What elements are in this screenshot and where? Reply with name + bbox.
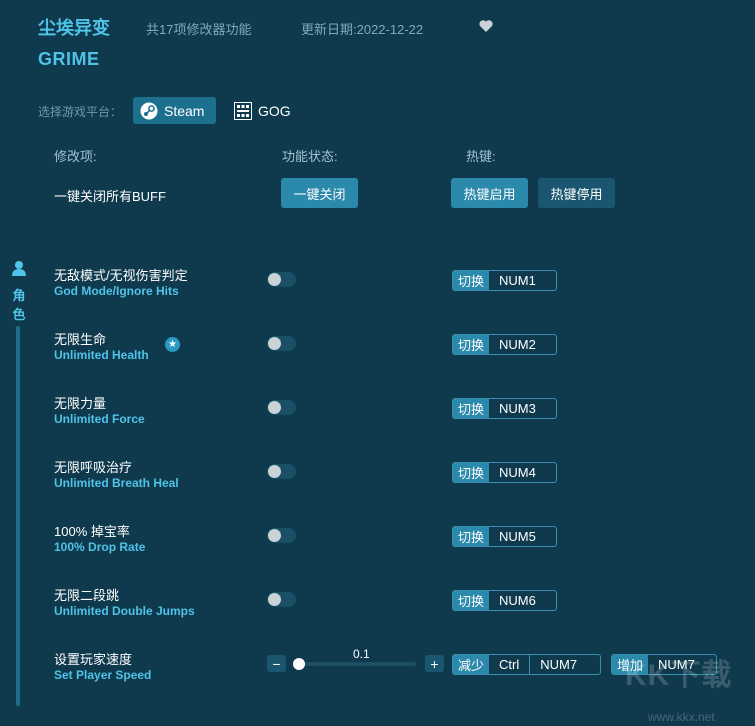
gog-icon bbox=[234, 101, 252, 120]
watermark-url: www.kkx.net bbox=[648, 710, 715, 724]
toggle-knob bbox=[268, 529, 281, 542]
row-label-cn: 无限生命 bbox=[54, 332, 107, 347]
hotkey-key: NUM3 bbox=[499, 401, 536, 416]
hotkey-action-label: 切换 bbox=[453, 335, 490, 354]
hotkey-action-label: 切换 bbox=[453, 463, 490, 482]
row-label-en: Unlimited Force bbox=[54, 412, 145, 426]
row-label-en: Unlimited Breath Heal bbox=[54, 476, 179, 490]
speed-label-cn: 设置玩家速度 bbox=[54, 652, 133, 667]
speed-increase-button[interactable]: + bbox=[425, 655, 444, 672]
hotkey-action-label: 切换 bbox=[453, 271, 490, 290]
hotkey-enable-button[interactable]: 热键启用 bbox=[451, 178, 528, 208]
row-label-cn: 无限呼吸治疗 bbox=[54, 460, 133, 475]
hotkey-chip[interactable]: 切换 NUM3 bbox=[452, 398, 557, 419]
column-header-hotkey: 热键: bbox=[466, 149, 496, 164]
hotkey-key: NUM4 bbox=[499, 465, 536, 480]
platform-gog-label: GOG bbox=[258, 102, 291, 119]
toggle-knob bbox=[268, 401, 281, 414]
speed-decrease-button[interactable]: − bbox=[267, 655, 286, 672]
speed-slider-thumb[interactable] bbox=[293, 658, 305, 670]
hotkey-disable-button[interactable]: 热键停用 bbox=[538, 178, 615, 208]
toggle-switch[interactable] bbox=[267, 272, 296, 287]
platform-steam-label: Steam bbox=[164, 102, 205, 119]
side-scrollbar[interactable] bbox=[16, 326, 20, 706]
hotkey-key: NUM5 bbox=[499, 529, 536, 544]
toggle-knob bbox=[268, 465, 281, 478]
row-label-en: Unlimited Health bbox=[54, 348, 149, 362]
platform-gog-button[interactable]: GOG bbox=[234, 97, 291, 124]
hotkey-key: NUM2 bbox=[499, 337, 536, 352]
hotkey-action-label: 减少 bbox=[453, 655, 490, 674]
hotkey-chip[interactable]: 切换 NUM2 bbox=[452, 334, 557, 355]
app-title: 尘埃异变 bbox=[38, 18, 110, 38]
character-icon bbox=[12, 261, 26, 276]
heart-icon[interactable] bbox=[478, 18, 494, 34]
row-label-cn: 100% 掉宝率 bbox=[54, 524, 130, 539]
steam-icon bbox=[140, 102, 158, 119]
hotkey-key: NUM6 bbox=[499, 593, 536, 608]
speed-label-en: Set Player Speed bbox=[54, 668, 152, 682]
hotkey-action-label: 切换 bbox=[453, 527, 490, 546]
toggle-switch[interactable] bbox=[267, 528, 296, 543]
hotkey-chip-decrease[interactable]: 减少 Ctrl NUM7 bbox=[452, 654, 601, 675]
close-all-button[interactable]: 一键关闭 bbox=[281, 178, 358, 208]
column-header-status: 功能状态: bbox=[282, 149, 338, 164]
speed-slider-track[interactable] bbox=[296, 662, 416, 666]
toggle-knob bbox=[268, 273, 281, 286]
hotkey-action-label: 切换 bbox=[453, 591, 490, 610]
row-label-cn: 无限二段跳 bbox=[54, 588, 120, 603]
side-tab-character[interactable]: 角色 bbox=[12, 286, 26, 324]
column-header-mod: 修改项: bbox=[54, 149, 97, 164]
row-label-en: Unlimited Double Jumps bbox=[54, 604, 195, 618]
toggle-switch[interactable] bbox=[267, 336, 296, 351]
row-label-cn: 无限力量 bbox=[54, 396, 107, 411]
toggle-knob bbox=[268, 593, 281, 606]
feature-count: 共17项修改器功能 bbox=[146, 22, 252, 37]
hotkey-chip[interactable]: 切换 NUM6 bbox=[452, 590, 557, 611]
toggle-knob bbox=[268, 337, 281, 350]
speed-value: 0.1 bbox=[353, 647, 370, 661]
hotkey-chip[interactable]: 切换 NUM1 bbox=[452, 270, 557, 291]
platform-label: 选择游戏平台： bbox=[38, 105, 123, 119]
row-label-en: 100% Drop Rate bbox=[54, 540, 146, 554]
close-all-buff-label: 一键关闭所有BUFF bbox=[54, 189, 166, 204]
hotkey-modifier: Ctrl bbox=[499, 657, 520, 672]
hotkey-action-label: 切换 bbox=[453, 399, 490, 418]
row-label-en: God Mode/Ignore Hits bbox=[54, 284, 179, 298]
toggle-switch[interactable] bbox=[267, 592, 296, 607]
update-date: 更新日期:2022-12-22 bbox=[301, 22, 424, 37]
row-label-cn: 无敌模式/无视伤害判定 bbox=[54, 268, 188, 283]
hotkey-key: NUM7 bbox=[529, 655, 587, 674]
star-icon: ★ bbox=[165, 337, 180, 352]
hotkey-chip[interactable]: 切换 NUM5 bbox=[452, 526, 557, 547]
hotkey-chip[interactable]: 切换 NUM4 bbox=[452, 462, 557, 483]
toggle-switch[interactable] bbox=[267, 400, 296, 415]
game-title-en: GRIME bbox=[38, 49, 100, 69]
toggle-switch[interactable] bbox=[267, 464, 296, 479]
platform-steam-button[interactable]: Steam bbox=[133, 97, 216, 124]
hotkey-key: NUM1 bbox=[499, 273, 536, 288]
watermark-logo: KK下载 bbox=[625, 659, 733, 692]
